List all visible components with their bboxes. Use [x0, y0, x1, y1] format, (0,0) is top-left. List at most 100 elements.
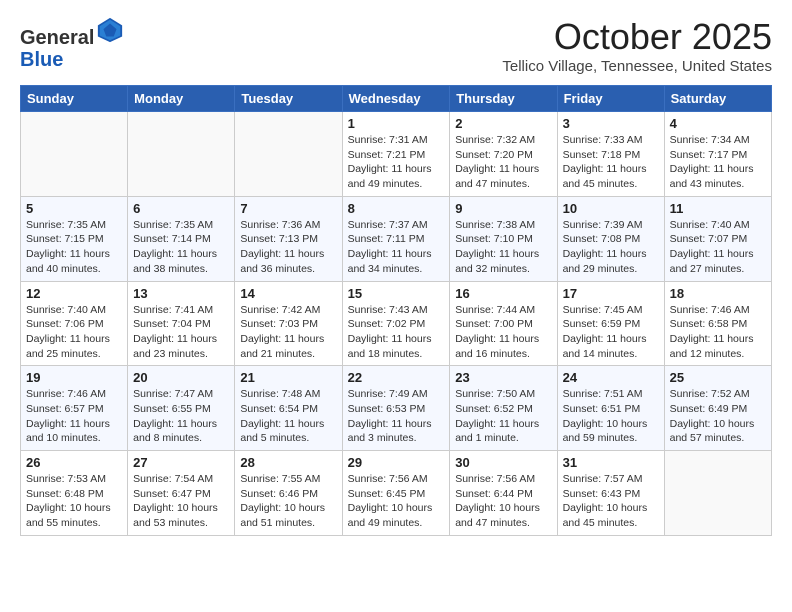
day-number: 29 [348, 455, 445, 470]
calendar-week-row: 1 Sunrise: 7:31 AM Sunset: 7:21 PM Daylig… [21, 112, 772, 197]
day-number: 8 [348, 201, 445, 216]
calendar-cell: 11 Sunrise: 7:40 AM Sunset: 7:07 PM Dayli… [664, 196, 771, 281]
day-info: Sunrise: 7:45 AM Sunset: 6:59 PM Dayligh… [563, 303, 659, 362]
header: General Blue October 2025 Tellico Villag… [20, 16, 772, 75]
day-number: 1 [348, 116, 445, 131]
day-number: 6 [133, 201, 229, 216]
day-number: 19 [26, 370, 122, 385]
calendar-week-row: 19 Sunrise: 7:46 AM Sunset: 6:57 PM Dayli… [21, 366, 772, 451]
calendar-cell: 7 Sunrise: 7:36 AM Sunset: 7:13 PM Daylig… [235, 196, 342, 281]
col-header-thursday: Thursday [450, 86, 557, 112]
calendar-cell: 5 Sunrise: 7:35 AM Sunset: 7:15 PM Daylig… [21, 196, 128, 281]
calendar-week-row: 26Sunrise: 7:53 AM Sunset: 6:48 PM Dayli… [21, 451, 772, 536]
day-info: Sunrise: 7:32 AM Sunset: 7:20 PM Dayligh… [455, 133, 551, 192]
day-info: Sunrise: 7:38 AM Sunset: 7:10 PM Dayligh… [455, 218, 551, 277]
day-info: Sunrise: 7:36 AM Sunset: 7:13 PM Dayligh… [240, 218, 336, 277]
day-number: 11 [670, 201, 766, 216]
day-number: 10 [563, 201, 659, 216]
calendar-header-row: SundayMondayTuesdayWednesdayThursdayFrid… [21, 86, 772, 112]
day-number: 18 [670, 286, 766, 301]
col-header-friday: Friday [557, 86, 664, 112]
calendar-cell: 8Sunrise: 7:37 AM Sunset: 7:11 PM Daylig… [342, 196, 450, 281]
calendar-cell: 24 Sunrise: 7:51 AM Sunset: 6:51 PM Dayli… [557, 366, 664, 451]
logo-general-text: General [20, 27, 94, 49]
day-info: Sunrise: 7:40 AM Sunset: 7:06 PM Dayligh… [26, 303, 122, 362]
calendar-table: SundayMondayTuesdayWednesdayThursdayFrid… [20, 85, 772, 536]
day-number: 14 [240, 286, 336, 301]
day-info: Sunrise: 7:49 AM Sunset: 6:53 PM Dayligh… [348, 387, 445, 446]
day-number: 28 [240, 455, 336, 470]
calendar-cell: 17Sunrise: 7:45 AM Sunset: 6:59 PM Dayli… [557, 281, 664, 366]
col-header-wednesday: Wednesday [342, 86, 450, 112]
day-number: 12 [26, 286, 122, 301]
col-header-monday: Monday [128, 86, 235, 112]
day-number: 3 [563, 116, 659, 131]
calendar-week-row: 12 Sunrise: 7:40 AM Sunset: 7:06 PM Dayli… [21, 281, 772, 366]
calendar-cell: 12 Sunrise: 7:40 AM Sunset: 7:06 PM Dayli… [21, 281, 128, 366]
day-info: Sunrise: 7:31 AM Sunset: 7:21 PM Dayligh… [348, 133, 445, 192]
day-info: Sunrise: 7:50 AM Sunset: 6:52 PM Dayligh… [455, 387, 551, 446]
calendar-cell [664, 451, 771, 536]
calendar-cell: 20 Sunrise: 7:47 AM Sunset: 6:55 PM Dayli… [128, 366, 235, 451]
day-number: 4 [670, 116, 766, 131]
day-number: 13 [133, 286, 229, 301]
logo: General Blue [20, 16, 124, 71]
day-info: Sunrise: 7:33 AM Sunset: 7:18 PM Dayligh… [563, 133, 659, 192]
calendar-cell [235, 112, 342, 197]
day-info: Sunrise: 7:39 AM Sunset: 7:08 PM Dayligh… [563, 218, 659, 277]
calendar-cell: 21Sunrise: 7:48 AM Sunset: 6:54 PM Dayli… [235, 366, 342, 451]
day-info: Sunrise: 7:46 AM Sunset: 6:57 PM Dayligh… [26, 387, 122, 446]
day-info: Sunrise: 7:47 AM Sunset: 6:55 PM Dayligh… [133, 387, 229, 446]
day-number: 16 [455, 286, 551, 301]
calendar-cell: 18Sunrise: 7:46 AM Sunset: 6:58 PM Dayli… [664, 281, 771, 366]
page: General Blue October 2025 Tellico Villag… [0, 0, 792, 546]
calendar-cell: 1 Sunrise: 7:31 AM Sunset: 7:21 PM Daylig… [342, 112, 450, 197]
calendar-cell: 3 Sunrise: 7:33 AM Sunset: 7:18 PM Daylig… [557, 112, 664, 197]
day-number: 7 [240, 201, 336, 216]
day-number: 5 [26, 201, 122, 216]
day-number: 30 [455, 455, 551, 470]
calendar-cell: 30 Sunrise: 7:56 AM Sunset: 6:44 PM Dayli… [450, 451, 557, 536]
calendar-cell [21, 112, 128, 197]
day-number: 20 [133, 370, 229, 385]
day-info: Sunrise: 7:35 AM Sunset: 7:15 PM Dayligh… [26, 218, 122, 277]
day-info: Sunrise: 7:56 AM Sunset: 6:44 PM Dayligh… [455, 472, 551, 531]
day-number: 23 [455, 370, 551, 385]
day-number: 9 [455, 201, 551, 216]
day-number: 22 [348, 370, 445, 385]
calendar-cell: 9 Sunrise: 7:38 AM Sunset: 7:10 PM Daylig… [450, 196, 557, 281]
day-info: Sunrise: 7:42 AM Sunset: 7:03 PM Dayligh… [240, 303, 336, 362]
day-info: Sunrise: 7:40 AM Sunset: 7:07 PM Dayligh… [670, 218, 766, 277]
calendar-cell: 15Sunrise: 7:43 AM Sunset: 7:02 PM Dayli… [342, 281, 450, 366]
day-number: 27 [133, 455, 229, 470]
day-number: 2 [455, 116, 551, 131]
logo-blue-text: Blue [20, 49, 63, 71]
day-info: Sunrise: 7:44 AM Sunset: 7:00 PM Dayligh… [455, 303, 551, 362]
calendar-cell: 4 Sunrise: 7:34 AM Sunset: 7:17 PM Daylig… [664, 112, 771, 197]
calendar-cell: 16 Sunrise: 7:44 AM Sunset: 7:00 PM Dayli… [450, 281, 557, 366]
day-number: 31 [563, 455, 659, 470]
calendar-cell: 31 Sunrise: 7:57 AM Sunset: 6:43 PM Dayli… [557, 451, 664, 536]
day-info: Sunrise: 7:56 AM Sunset: 6:45 PM Dayligh… [348, 472, 445, 531]
day-info: Sunrise: 7:43 AM Sunset: 7:02 PM Dayligh… [348, 303, 445, 362]
col-header-sunday: Sunday [21, 86, 128, 112]
day-number: 21 [240, 370, 336, 385]
calendar-cell: 25 Sunrise: 7:52 AM Sunset: 6:49 PM Dayli… [664, 366, 771, 451]
day-info: Sunrise: 7:53 AM Sunset: 6:48 PM Dayligh… [26, 472, 122, 531]
day-info: Sunrise: 7:51 AM Sunset: 6:51 PM Dayligh… [563, 387, 659, 446]
title-block: October 2025 Tellico Village, Tennessee,… [502, 16, 772, 75]
calendar-cell: 22 Sunrise: 7:49 AM Sunset: 6:53 PM Dayli… [342, 366, 450, 451]
day-info: Sunrise: 7:57 AM Sunset: 6:43 PM Dayligh… [563, 472, 659, 531]
col-header-tuesday: Tuesday [235, 86, 342, 112]
calendar-cell: 26Sunrise: 7:53 AM Sunset: 6:48 PM Dayli… [21, 451, 128, 536]
calendar-cell: 10 Sunrise: 7:39 AM Sunset: 7:08 PM Dayli… [557, 196, 664, 281]
calendar-cell: 19 Sunrise: 7:46 AM Sunset: 6:57 PM Dayli… [21, 366, 128, 451]
day-number: 25 [670, 370, 766, 385]
day-info: Sunrise: 7:41 AM Sunset: 7:04 PM Dayligh… [133, 303, 229, 362]
logo-icon [96, 16, 124, 44]
day-info: Sunrise: 7:35 AM Sunset: 7:14 PM Dayligh… [133, 218, 229, 277]
day-number: 24 [563, 370, 659, 385]
day-info: Sunrise: 7:34 AM Sunset: 7:17 PM Dayligh… [670, 133, 766, 192]
calendar-cell: 28Sunrise: 7:55 AM Sunset: 6:46 PM Dayli… [235, 451, 342, 536]
day-info: Sunrise: 7:52 AM Sunset: 6:49 PM Dayligh… [670, 387, 766, 446]
